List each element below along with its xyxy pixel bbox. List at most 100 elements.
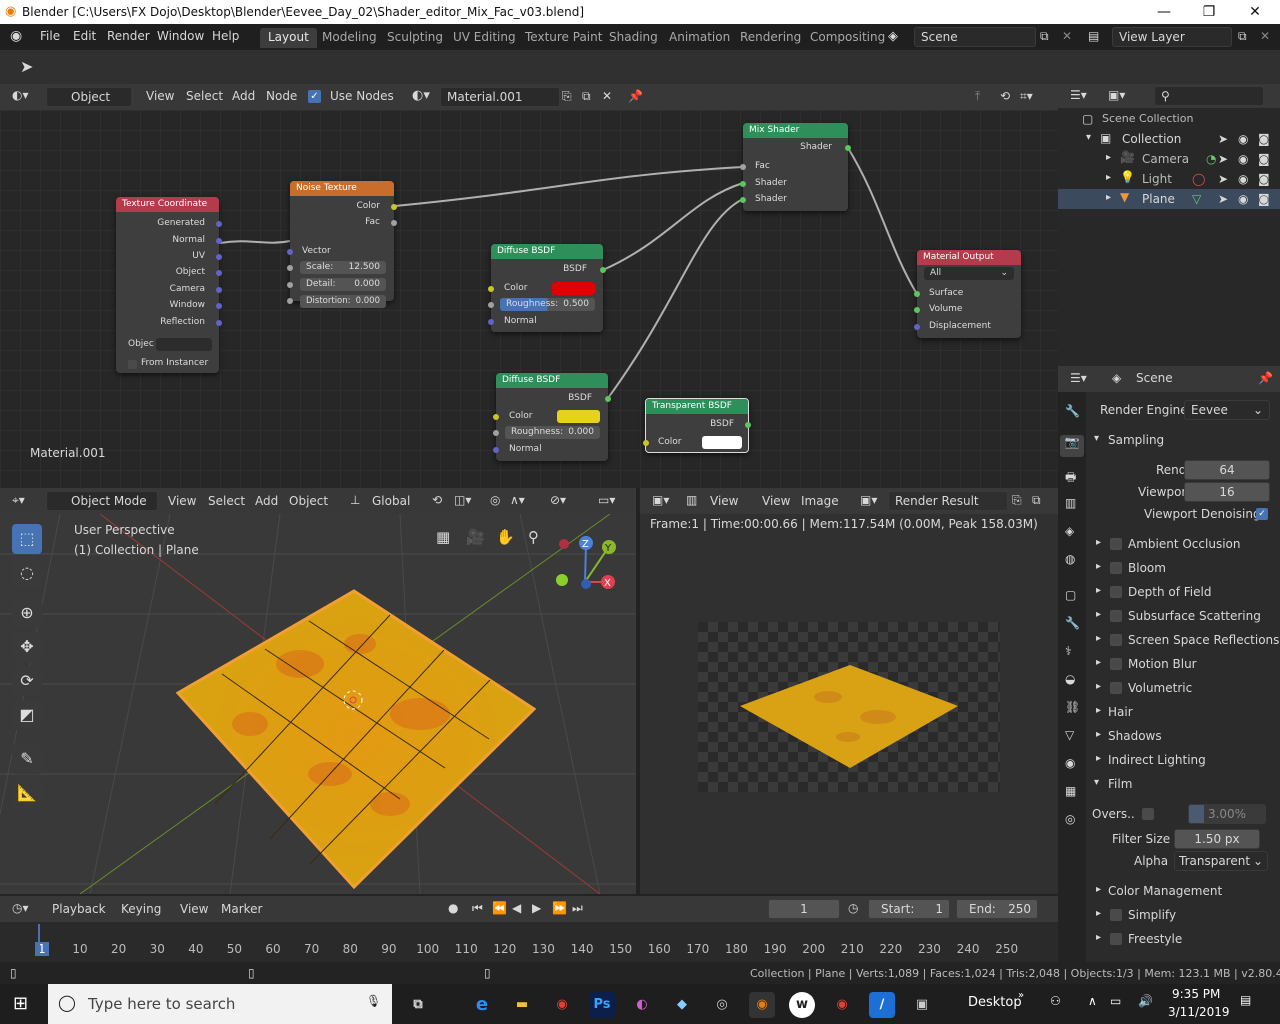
roughness-field[interactable]: Roughness: 0.500 bbox=[500, 298, 595, 311]
expand-arrow-icon[interactable]: ▸ bbox=[1096, 537, 1101, 548]
play-reverse-icon[interactable]: ◀ bbox=[512, 901, 521, 915]
menu-node[interactable]: Node bbox=[266, 89, 297, 103]
panel-indirect-lighting[interactable]: Indirect Lighting bbox=[1108, 753, 1206, 767]
editor-type-icon[interactable]: ◷▾ bbox=[12, 901, 29, 915]
editor-type-icon[interactable]: ☰▾ bbox=[1070, 371, 1087, 385]
detail-field[interactable]: Detail: 0.000 bbox=[300, 278, 386, 291]
distortion-field[interactable]: Distortion: 0.000 bbox=[300, 295, 386, 308]
end-frame-field[interactable]: End: 250 bbox=[956, 899, 1038, 919]
duplicate-material-icon[interactable]: ⧉ bbox=[582, 89, 591, 104]
object-mode-dropdown[interactable]: Object Mode bbox=[46, 491, 158, 511]
socket-in-shader-2[interactable] bbox=[740, 197, 746, 203]
expand-arrow-icon[interactable]: ▾ bbox=[1086, 132, 1091, 143]
viewport-denoising-checkbox[interactable]: ✓ bbox=[1256, 508, 1268, 520]
view-layer-tab-icon[interactable]: ▥ bbox=[1065, 496, 1076, 510]
clock-time[interactable]: 9:35 PM bbox=[1172, 987, 1220, 1001]
menu-view[interactable]: View bbox=[146, 89, 174, 103]
image-name-field[interactable]: Render Result bbox=[888, 491, 1008, 511]
panel-depth-of-field[interactable]: Depth of Field bbox=[1128, 585, 1211, 599]
physics-tab-icon[interactable]: ◒ bbox=[1065, 672, 1075, 686]
view-dropdown[interactable]: View bbox=[710, 494, 738, 508]
tool-tab-icon[interactable]: 🔧 bbox=[1065, 404, 1080, 418]
scale-field[interactable]: Scale: 12.500 bbox=[300, 261, 386, 274]
menu-view[interactable]: View bbox=[180, 902, 208, 916]
falloff-icon[interactable]: ∧▾ bbox=[510, 493, 525, 507]
object-picker-field[interactable] bbox=[156, 338, 212, 351]
panel-bloom[interactable]: Bloom bbox=[1128, 561, 1166, 575]
socket-in-normal[interactable] bbox=[488, 319, 494, 325]
menu-object[interactable]: Object bbox=[289, 494, 328, 508]
jump-start-icon[interactable]: ⏮ bbox=[472, 901, 483, 916]
app-icon[interactable]: ◆ bbox=[669, 992, 695, 1018]
tab-rendering[interactable]: Rendering bbox=[732, 28, 809, 48]
remove-view-layer-icon[interactable]: ✕ bbox=[1260, 29, 1270, 43]
photoshop-icon[interactable]: Ps bbox=[589, 992, 615, 1018]
object-mode-dropdown[interactable]: Object bbox=[46, 87, 132, 107]
tab-shading[interactable]: Shading bbox=[601, 28, 666, 48]
bloom-checkbox[interactable] bbox=[1110, 562, 1122, 574]
select-arrow-icon[interactable]: ➤ bbox=[1218, 172, 1228, 186]
panel-film[interactable]: Film bbox=[1108, 777, 1132, 791]
filter-size-field[interactable]: 1.50 px bbox=[1174, 829, 1260, 849]
jump-end-icon[interactable]: ⏭ bbox=[572, 901, 583, 916]
proportional-edit-icon[interactable]: ◎ bbox=[490, 493, 500, 507]
simplify-checkbox[interactable] bbox=[1110, 909, 1122, 921]
clock-date[interactable]: 3/11/2019 bbox=[1168, 1005, 1230, 1019]
task-view-icon[interactable]: ⧉ bbox=[405, 992, 431, 1018]
outliner-item-light[interactable]: Light bbox=[1142, 172, 1172, 186]
active-tool-icon[interactable]: ➤ bbox=[20, 57, 33, 76]
socket-out[interactable] bbox=[216, 303, 222, 309]
current-frame-field[interactable]: 1 bbox=[768, 899, 840, 919]
shading-icon[interactable]: ▭▾ bbox=[598, 493, 615, 507]
file-explorer-icon[interactable]: ▬ bbox=[509, 992, 535, 1018]
sampling-panel-header[interactable]: Sampling bbox=[1108, 433, 1164, 447]
timeline-ruler[interactable]: 1 10 20 30 40 50 60 70 80 90 100 110 120 130 140 150 160… bbox=[0, 942, 1058, 960]
expand-arrow-icon[interactable]: ▸ bbox=[1096, 633, 1101, 644]
select-arrow-icon[interactable]: ➤ bbox=[1218, 132, 1228, 146]
socket-out-bsdf[interactable] bbox=[605, 396, 611, 402]
eye-icon[interactable]: ◉ bbox=[1238, 152, 1248, 166]
close-button[interactable]: ✕ bbox=[1235, 2, 1275, 22]
socket-in-volume[interactable] bbox=[914, 307, 920, 313]
microphone-icon[interactable]: 🎙 bbox=[366, 994, 381, 1008]
menu-edit[interactable]: Edit bbox=[73, 29, 96, 43]
freestyle-checkbox[interactable] bbox=[1110, 933, 1122, 945]
from-instancer-checkbox[interactable] bbox=[128, 360, 137, 369]
playhead[interactable] bbox=[38, 924, 40, 956]
display-mode-icon[interactable]: ▣▾ bbox=[1108, 88, 1125, 102]
overscan-field[interactable]: 3.00% bbox=[1188, 804, 1266, 824]
transform-orientation-icon[interactable]: ⊥ bbox=[350, 493, 360, 507]
expand-arrow-icon[interactable]: ▸ bbox=[1106, 172, 1111, 183]
output-tab-icon[interactable]: 🖶 bbox=[1065, 468, 1076, 489]
chrome-icon[interactable]: ◉ bbox=[829, 992, 855, 1018]
maximize-button[interactable]: ❐ bbox=[1189, 2, 1229, 22]
render-tab-icon[interactable]: 📷 bbox=[1060, 435, 1084, 457]
render-camera-icon[interactable]: ◙ bbox=[1258, 152, 1270, 166]
network-icon[interactable]: ▭ bbox=[1110, 994, 1121, 1008]
pan-hand-icon[interactable]: ✋ bbox=[496, 528, 515, 546]
snap-target-icon[interactable]: ◫▾ bbox=[454, 493, 471, 507]
socket-in-distortion[interactable] bbox=[287, 298, 293, 304]
expand-arrow-icon[interactable]: ▾ bbox=[1094, 777, 1099, 788]
view-mode-icon[interactable]: ▥ bbox=[686, 493, 697, 507]
image-editor-view[interactable]: Frame:1 | Time:00:00.66 | Mem:117.54M (0… bbox=[640, 514, 1058, 894]
image-browse-icon[interactable]: ▣▾ bbox=[860, 493, 877, 507]
scale-tool[interactable]: ◩ bbox=[12, 700, 42, 730]
edge-icon[interactable]: e bbox=[469, 992, 495, 1018]
expand-arrow-icon[interactable]: ▸ bbox=[1096, 729, 1101, 740]
menu-add[interactable]: Add bbox=[232, 89, 255, 103]
eye-icon[interactable]: ◉ bbox=[1238, 192, 1248, 206]
transform-tool[interactable]: ⊕ bbox=[12, 598, 42, 628]
socket-in-fac[interactable] bbox=[740, 164, 746, 170]
panel-screen-space-reflections[interactable]: Screen Space Reflections bbox=[1128, 633, 1279, 647]
eye-icon[interactable]: ◉ bbox=[1238, 172, 1248, 186]
roughness-field[interactable]: Roughness: 0.000 bbox=[505, 426, 600, 439]
menu-file[interactable]: File bbox=[40, 29, 60, 43]
cursor-tool[interactable]: ◌ bbox=[12, 558, 42, 588]
diffuse-bsdf-node-1[interactable]: Diffuse BSDF BSDF Color Roughness: 0.500 … bbox=[488, 244, 606, 332]
constraints-tab-icon[interactable]: ⛓ bbox=[1065, 700, 1080, 714]
node-editor[interactable]: Texture Coordinate Generated Normal UV O… bbox=[0, 110, 1058, 488]
tab-modeling[interactable]: Modeling bbox=[314, 28, 385, 48]
expand-arrow-icon[interactable]: ▸ bbox=[1096, 609, 1101, 620]
panel-color-management[interactable]: Color Management bbox=[1108, 884, 1222, 898]
